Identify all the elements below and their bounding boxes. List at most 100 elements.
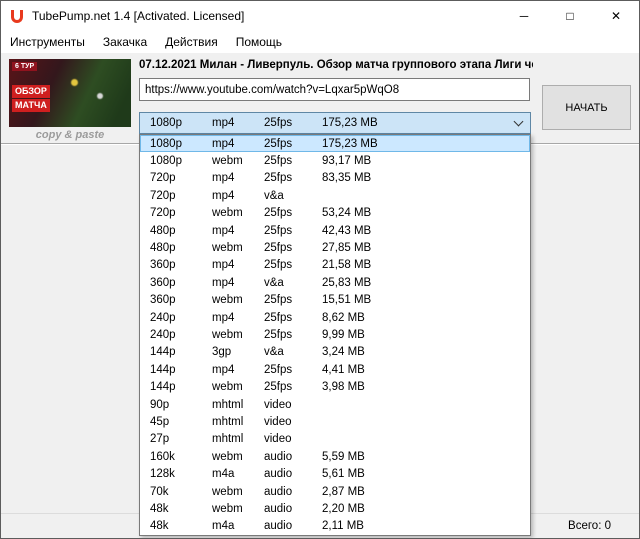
option-kind: 25fps	[264, 259, 322, 271]
format-option-row[interactable]: 70k webm audio 2,87 MB	[140, 483, 530, 500]
option-res: 128k	[150, 468, 212, 480]
menu-item-download[interactable]: Закачка	[94, 31, 156, 53]
option-size: 15,51 MB	[322, 294, 530, 306]
minimize-button[interactable]: ─	[501, 1, 547, 31]
format-option-row[interactable]: 240p mp4 25fps 8,62 MB	[140, 309, 530, 326]
format-option-row[interactable]: 720p webm 25fps 53,24 MB	[140, 205, 530, 222]
option-size: 83,35 MB	[322, 172, 530, 184]
option-kind: 25fps	[264, 381, 322, 393]
option-kind: 25fps	[264, 155, 322, 167]
option-res: 720p	[150, 172, 212, 184]
format-option-row[interactable]: 1080p webm 25fps 93,17 MB	[140, 152, 530, 169]
option-kind: 25fps	[264, 312, 322, 324]
option-size: 8,62 MB	[322, 312, 530, 324]
option-container: mp4	[212, 172, 264, 184]
format-option-row[interactable]: 48k m4a audio 2,11 MB	[140, 518, 530, 535]
menu-bar: Инструменты Закачка Действия Помощь	[1, 31, 639, 53]
menu-item-help[interactable]: Помощь	[227, 31, 291, 53]
format-option-row[interactable]: 27p mhtml video	[140, 431, 530, 448]
format-option-row[interactable]: 1080p mp4 25fps 175,23 MB	[140, 135, 530, 152]
format-option-row[interactable]: 144p webm 25fps 3,98 MB	[140, 378, 530, 395]
menu-item-tools[interactable]: Инструменты	[1, 31, 94, 53]
option-size: 3,24 MB	[322, 346, 530, 358]
option-container: mp4	[212, 190, 264, 202]
format-option-row[interactable]: 45p mhtml video	[140, 413, 530, 430]
option-size: 4,41 MB	[322, 364, 530, 376]
video-title: 07.12.2021 Милан - Ливерпуль. Обзор матч…	[139, 59, 533, 71]
option-res: 720p	[150, 207, 212, 219]
option-container: webm	[212, 381, 264, 393]
chevron-down-icon	[513, 116, 523, 126]
format-option-row[interactable]: 360p mp4 v&a 25,83 MB	[140, 274, 530, 291]
option-container: m4a	[212, 520, 264, 532]
option-kind: audio	[264, 468, 322, 480]
format-option-row[interactable]: 128k m4a audio 5,61 MB	[140, 465, 530, 482]
option-res: 144p	[150, 346, 212, 358]
title-bar: TubePump.net 1.4 [Activated. Licensed] ─…	[1, 1, 639, 31]
option-size: 5,61 MB	[322, 468, 530, 480]
option-container: webm	[212, 329, 264, 341]
video-url-input[interactable]	[139, 78, 530, 101]
option-res: 480p	[150, 242, 212, 254]
option-container: webm	[212, 242, 264, 254]
menu-item-actions[interactable]: Действия	[156, 31, 227, 53]
format-option-row[interactable]: 90p mhtml video	[140, 396, 530, 413]
format-dropdown-list[interactable]: 1080p mp4 25fps 175,23 MB 1080p webm 25f…	[139, 134, 531, 536]
option-size: 93,17 MB	[322, 155, 530, 167]
start-download-button[interactable]: НАЧАТЬ	[542, 85, 631, 130]
option-kind: 25fps	[264, 225, 322, 237]
format-option-row[interactable]: 144p 3gp v&a 3,24 MB	[140, 344, 530, 361]
option-container: 3gp	[212, 346, 264, 358]
option-res: 1080p	[150, 155, 212, 167]
format-option-row[interactable]: 720p mp4 v&a	[140, 187, 530, 204]
option-container: webm	[212, 207, 264, 219]
option-kind: v&a	[264, 190, 322, 202]
option-container: mhtml	[212, 416, 264, 428]
option-size: 53,24 MB	[322, 207, 530, 219]
close-button[interactable]: ✕	[593, 1, 639, 31]
option-res: 360p	[150, 277, 212, 289]
option-res: 720p	[150, 190, 212, 202]
option-size: 27,85 MB	[322, 242, 530, 254]
format-option-row[interactable]: 480p webm 25fps 27,85 MB	[140, 239, 530, 256]
option-res: 240p	[150, 329, 212, 341]
format-option-row[interactable]: 240p webm 25fps 9,99 MB	[140, 326, 530, 343]
selected-kind: 25fps	[264, 117, 322, 129]
option-kind: 25fps	[264, 329, 322, 341]
format-option-row[interactable]: 48k webm audio 2,20 MB	[140, 500, 530, 517]
option-kind: audio	[264, 486, 322, 498]
option-container: webm	[212, 294, 264, 306]
option-size: 9,99 MB	[322, 329, 530, 341]
option-res: 90p	[150, 399, 212, 411]
option-kind: audio	[264, 503, 322, 515]
option-res: 48k	[150, 503, 212, 515]
option-container: mp4	[212, 138, 264, 150]
copy-paste-hint: copy & paste	[9, 129, 131, 141]
maximize-button[interactable]: □	[547, 1, 593, 31]
option-container: mp4	[212, 312, 264, 324]
selected-container: mp4	[212, 117, 264, 129]
option-res: 48k	[150, 520, 212, 532]
format-option-row[interactable]: 360p webm 25fps 15,51 MB	[140, 292, 530, 309]
option-kind: video	[264, 416, 322, 428]
selected-resolution: 1080p	[150, 117, 212, 129]
format-option-row[interactable]: 160k webm audio 5,59 MB	[140, 448, 530, 465]
format-option-row[interactable]: 144p mp4 25fps 4,41 MB	[140, 361, 530, 378]
format-option-row[interactable]: 360p mp4 25fps 21,58 MB	[140, 257, 530, 274]
option-res: 144p	[150, 381, 212, 393]
video-thumbnail: 6 ТУР ОБЗОР МАТЧА	[9, 59, 131, 127]
option-container: webm	[212, 155, 264, 167]
option-container: mp4	[212, 277, 264, 289]
thumbnail-overlay-line1: ОБЗОР	[12, 85, 50, 98]
format-option-row[interactable]: 720p mp4 25fps 83,35 MB	[140, 170, 530, 187]
option-size: 42,43 MB	[322, 225, 530, 237]
option-container: mp4	[212, 259, 264, 271]
app-window: TubePump.net 1.4 [Activated. Licensed] ─…	[0, 0, 640, 539]
maximize-icon: □	[566, 9, 573, 23]
window-controls: ─ □ ✕	[501, 1, 639, 31]
thumbnail-player-dot	[97, 93, 103, 99]
format-combobox[interactable]: 1080p mp4 25fps 175,23 MB	[139, 112, 531, 134]
format-option-row[interactable]: 480p mp4 25fps 42,43 MB	[140, 222, 530, 239]
option-container: webm	[212, 451, 264, 463]
option-res: 360p	[150, 294, 212, 306]
